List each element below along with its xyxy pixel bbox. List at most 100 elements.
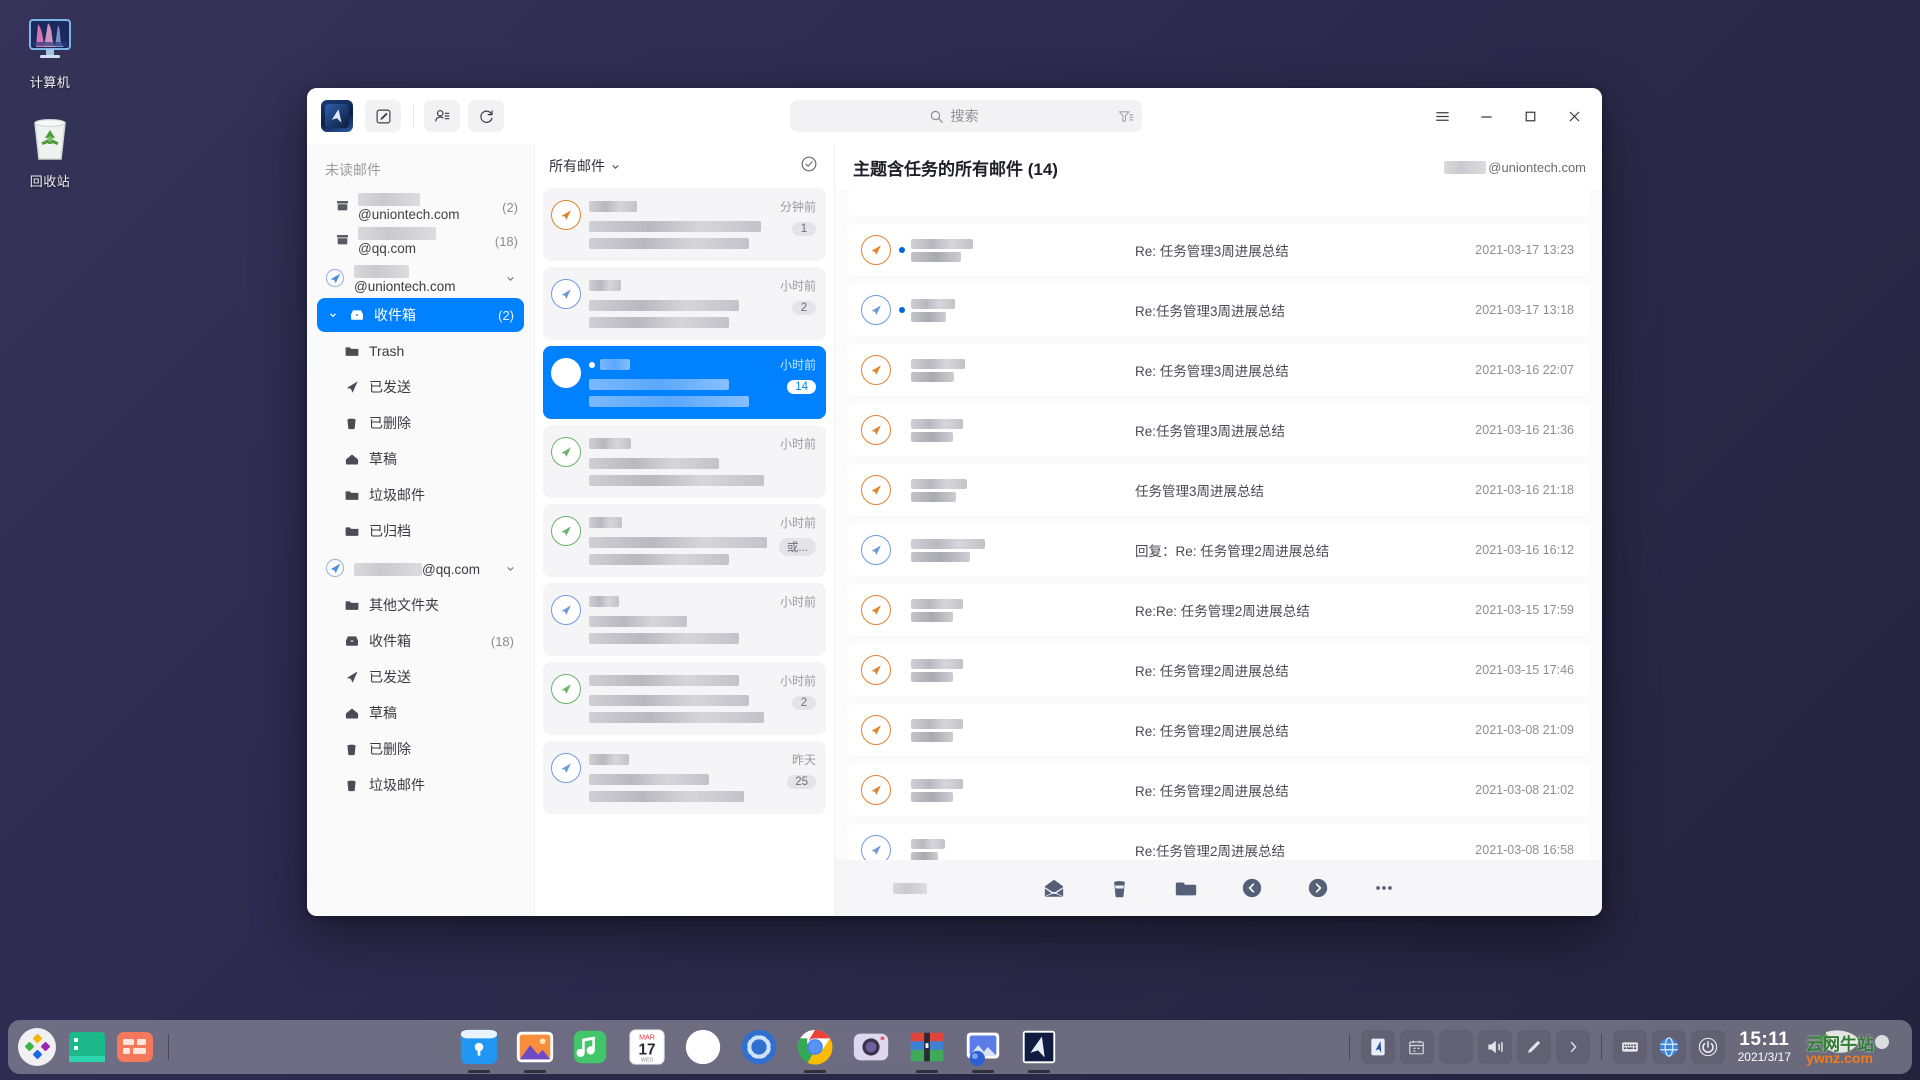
- power-icon[interactable]: [1691, 1030, 1725, 1064]
- calendar-icon[interactable]: MAR 17 WED: [624, 1024, 670, 1070]
- app-tray-icon[interactable]: [1361, 1030, 1395, 1064]
- maximize-button[interactable]: [1508, 96, 1552, 136]
- mail-list-item[interactable]: 分钟前1: [543, 188, 826, 261]
- redacted-preview-line: [589, 238, 749, 249]
- chevron-down-icon[interactable]: [505, 272, 516, 287]
- brightness-icon[interactable]: [1517, 1030, 1551, 1064]
- mail-list-item[interactable]: 小时前: [543, 425, 826, 498]
- mail-filter-dropdown[interactable]: 所有邮件: [549, 156, 621, 176]
- close-button[interactable]: [1552, 96, 1596, 136]
- filter-icon[interactable]: [1117, 108, 1134, 125]
- results-row[interactable]: Re: 任务管理2周进展总结2021-03-15 17:46: [847, 644, 1590, 696]
- mail-list-panel: 所有邮件 分钟前1小时前2小时前14小时前小时前或...小时前小时前2昨天25: [535, 144, 835, 916]
- network-icon[interactable]: [1652, 1030, 1686, 1064]
- mark-unread-button[interactable]: [1039, 873, 1069, 903]
- chrome-icon[interactable]: [792, 1024, 838, 1070]
- redacted-preview-line: [589, 791, 744, 802]
- sidebar-folder-已发送[interactable]: 已发送: [317, 660, 524, 694]
- mail-list-item[interactable]: 小时前2: [543, 267, 826, 340]
- unread-dot: [899, 247, 905, 253]
- results-row[interactable]: 任务管理3周进展总结2021-03-16 21:18: [847, 464, 1590, 516]
- keyboard-layout-icon[interactable]: [1613, 1030, 1647, 1064]
- volume-icon[interactable]: [1478, 1030, 1512, 1064]
- sidebar-folder-已发送[interactable]: 已发送: [317, 370, 524, 404]
- sidebar-folder-已删除[interactable]: 已删除: [317, 406, 524, 440]
- sidebar-folder-已归档[interactable]: 已归档: [317, 514, 524, 548]
- sidebar-folder-草稿[interactable]: 草稿: [317, 442, 524, 476]
- mail-list-item[interactable]: 小时前: [543, 583, 826, 656]
- desktop-icon-trash[interactable]: 回收站: [0, 107, 100, 194]
- mail-item-count-badge: 2: [792, 696, 816, 710]
- redacted-sender-line2: [911, 432, 953, 442]
- gallery-icon[interactable]: [960, 1024, 1006, 1070]
- select-all-button[interactable]: [800, 155, 818, 178]
- mail-list-item[interactable]: 小时前或...: [543, 504, 826, 577]
- browser-icon[interactable]: [680, 1024, 726, 1070]
- archive-manager-icon[interactable]: [904, 1024, 950, 1070]
- sidebar-folder-已删除[interactable]: 已删除: [317, 732, 524, 766]
- sidebar-folder-收件箱[interactable]: 收件箱(18): [317, 624, 524, 658]
- results-row[interactable]: Re: 任务管理2周进展总结2021-03-08 21:02: [847, 764, 1590, 816]
- results-row[interactable]: Re: 任务管理2周进展总结2021-03-08 21:09: [847, 704, 1590, 756]
- redacted-sender: [589, 675, 739, 686]
- music-player-icon[interactable]: [568, 1024, 614, 1070]
- search-placeholder: 搜索: [951, 106, 979, 126]
- sidebar-folder-垃圾邮件[interactable]: 垃圾邮件: [317, 768, 524, 802]
- results-footer-toolbar: [835, 860, 1602, 916]
- menu-button[interactable]: [1420, 96, 1464, 136]
- results-row[interactable]: 回复：Re: 任务管理2周进展总结2021-03-16 16:12: [847, 524, 1590, 576]
- move-to-folder-button[interactable]: [1171, 873, 1201, 903]
- contacts-button[interactable]: [424, 100, 460, 132]
- launcher-icon[interactable]: [14, 1024, 60, 1070]
- mail-list-item[interactable]: 小时前2: [543, 662, 826, 735]
- camera-icon[interactable]: [848, 1024, 894, 1070]
- refresh-button[interactable]: [468, 100, 504, 132]
- more-actions-button[interactable]: [1369, 873, 1399, 903]
- image-viewer-icon[interactable]: [512, 1024, 558, 1070]
- taskbar-clock[interactable]: 15:11 2021/3/17: [1730, 1029, 1799, 1065]
- sidebar-folder-草稿[interactable]: 草稿: [317, 696, 524, 730]
- results-list[interactable]: Re: 任务管理3周进展总结2021-03-17 13:23 Re:任务管理3周进…: [835, 190, 1602, 860]
- sidebar-folder-count: (2): [498, 308, 514, 323]
- calendar-tray-icon[interactable]: [1400, 1030, 1434, 1064]
- results-row-sender: [911, 239, 1023, 262]
- blank-tray-icon[interactable]: [1439, 1030, 1473, 1064]
- account-header-2[interactable]: @qq.com: [317, 550, 524, 588]
- delete-button[interactable]: [1105, 873, 1135, 903]
- results-row[interactable]: Re:任务管理3周进展总结2021-03-16 21:36: [847, 404, 1590, 456]
- mail-item-body: 分钟前: [589, 198, 816, 249]
- account-domain: @uniontech.com: [354, 279, 456, 294]
- redacted-sender: [589, 280, 621, 291]
- next-page-button[interactable]: [1303, 873, 1333, 903]
- terminal-icon[interactable]: [66, 1026, 108, 1068]
- sidebar-folder-垃圾邮件[interactable]: 垃圾邮件: [317, 478, 524, 512]
- account-header-1[interactable]: @uniontech.com: [317, 260, 524, 298]
- mail-icon[interactable]: [1016, 1024, 1062, 1070]
- results-row[interactable]: Re:Re: 任务管理2周进展总结2021-03-15 17:59: [847, 584, 1590, 636]
- app-store-icon[interactable]: [114, 1026, 156, 1068]
- search-input[interactable]: 搜索: [790, 100, 1142, 132]
- mail-list-item[interactable]: 小时前14: [543, 346, 826, 419]
- mail-list-item[interactable]: 昨天25: [543, 741, 826, 814]
- control-center-icon[interactable]: [736, 1024, 782, 1070]
- sidebar-folder-trash[interactable]: Trash: [317, 334, 524, 368]
- compose-button[interactable]: [365, 100, 401, 132]
- minimize-button[interactable]: [1464, 96, 1508, 136]
- mail-item-count-badge: 14: [787, 380, 816, 394]
- results-row[interactable]: Re: 任务管理3周进展总结2021-03-16 22:07: [847, 344, 1590, 396]
- expand-tray-icon[interactable]: [1556, 1030, 1590, 1064]
- mail-list-items[interactable]: 分钟前1小时前2小时前14小时前小时前或...小时前小时前2昨天25: [535, 188, 834, 916]
- chevron-down-icon[interactable]: [505, 562, 516, 577]
- file-manager-icon[interactable]: [456, 1024, 502, 1070]
- results-row[interactable]: Re:任务管理3周进展总结2021-03-17 13:18: [847, 284, 1590, 336]
- expand-chevron-icon[interactable]: [327, 310, 339, 320]
- unread-account-row[interactable]: @uniontech.com(2): [317, 190, 524, 224]
- sidebar-folder-其他文件夹[interactable]: 其他文件夹: [317, 588, 524, 622]
- sidebar-folder-收件箱[interactable]: 收件箱(2): [317, 298, 524, 332]
- desktop-icon-computer[interactable]: 计算机: [0, 8, 100, 95]
- previous-page-button[interactable]: [1237, 873, 1267, 903]
- results-row[interactable]: Re: 任务管理3周进展总结2021-03-17 13:23: [847, 224, 1590, 276]
- unread-account-row[interactable]: @qq.com(18): [317, 224, 524, 258]
- results-row-sender: [911, 359, 1023, 382]
- results-row[interactable]: Re:任务管理2周进展总结2021-03-08 16:58: [847, 824, 1590, 860]
